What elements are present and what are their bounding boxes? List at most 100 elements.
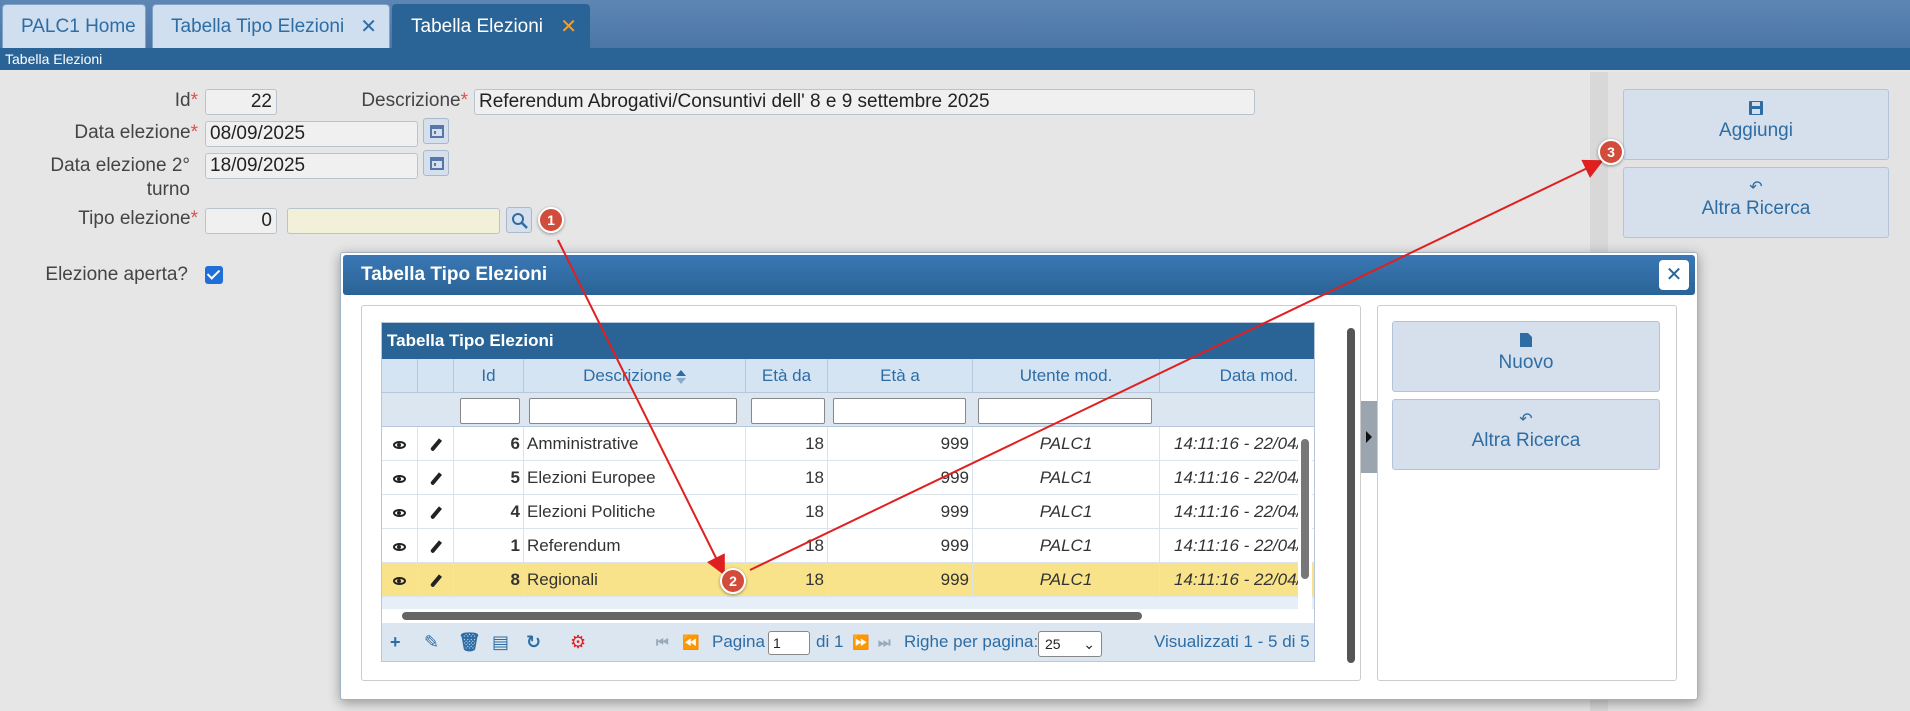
filter-utente-input[interactable] bbox=[978, 398, 1152, 424]
grid-title: Tabella Tipo Elezioni bbox=[382, 323, 1314, 359]
dialog-title: Tabella Tipo Elezioni bbox=[361, 264, 548, 285]
col-descrizione[interactable]: Descrizione bbox=[524, 359, 746, 393]
col-id[interactable]: Id bbox=[454, 359, 524, 393]
id-label: Id* bbox=[174, 90, 198, 111]
descrizione-field[interactable]: Referendum Abrogativi/Consuntivi dell' 8… bbox=[474, 89, 1255, 115]
righe-per-pagina-select[interactable]: 25 ⌄ bbox=[1038, 631, 1102, 657]
view-icon[interactable] bbox=[382, 563, 418, 597]
close-icon[interactable]: ✕ bbox=[1659, 260, 1689, 290]
dialog-header[interactable]: Tabella Tipo Elezioni ✕ bbox=[343, 255, 1695, 295]
cell-data: 14:11:16 - 22/04/ bbox=[1174, 536, 1298, 555]
tipo-elezione-code-field[interactable]: 0 bbox=[205, 208, 277, 234]
pagina-label: Pagina bbox=[712, 632, 765, 651]
cell-utente: PALC1 bbox=[973, 529, 1160, 563]
cell-descrizione: Referendum bbox=[524, 529, 746, 563]
cell-eta-da: 18 bbox=[746, 427, 828, 461]
col-data-mod[interactable]: Data mod. bbox=[1160, 359, 1314, 393]
elezione-aperta-checkbox[interactable] bbox=[205, 266, 223, 284]
delete-icon[interactable]: 🗑 bbox=[458, 632, 481, 652]
altra-ricerca-button[interactable]: ↶ Altra Ricerca bbox=[1392, 399, 1660, 470]
col-eta-da[interactable]: Età da bbox=[746, 359, 828, 393]
side-panel-toggle[interactable] bbox=[1361, 401, 1377, 473]
calendar-button[interactable] bbox=[423, 118, 449, 144]
export-icon[interactable]: ▤ bbox=[492, 632, 509, 652]
data-elezione-field[interactable]: 08/09/2025 bbox=[205, 121, 418, 147]
page-input[interactable]: 1 bbox=[768, 631, 810, 655]
filter-row bbox=[382, 393, 1314, 427]
edit-icon[interactable] bbox=[418, 495, 454, 529]
view-icon[interactable] bbox=[382, 461, 418, 495]
undo-icon: ↶ bbox=[1749, 179, 1763, 196]
gear-icon[interactable]: ⚙ bbox=[570, 632, 586, 652]
view-icon[interactable] bbox=[382, 529, 418, 563]
refresh-icon[interactable]: ↻ bbox=[526, 632, 541, 652]
table-row[interactable]: 6 Amministrative 18 999 PALC1 14:11:16 -… bbox=[382, 427, 1314, 461]
edit-icon[interactable] bbox=[418, 563, 454, 597]
altra-ricerca-button[interactable]: ↶ Altra Ricerca bbox=[1623, 167, 1889, 238]
cell-descrizione: Elezioni Europee bbox=[524, 461, 746, 495]
sort-icon bbox=[675, 369, 686, 384]
next-page-icon[interactable]: ⏩ bbox=[852, 632, 869, 652]
cell-data: 14:11:16 - 22/04/ bbox=[1174, 570, 1298, 589]
cell-eta-da: 18 bbox=[746, 461, 828, 495]
tab-tabella-elezioni[interactable]: Tabella Elezioni ✕ bbox=[392, 4, 590, 48]
tab-close-icon[interactable]: ✕ bbox=[360, 5, 377, 49]
prev-page-icon[interactable]: ⏪ bbox=[682, 632, 699, 652]
save-icon bbox=[1624, 100, 1888, 120]
edit-icon[interactable] bbox=[418, 461, 454, 495]
tipo-elezione-label: Tipo elezione* bbox=[78, 208, 198, 229]
id-field[interactable]: 22 bbox=[205, 89, 277, 115]
tipo-elezione-desc-field[interactable] bbox=[287, 208, 500, 234]
filter-eta-da-input[interactable] bbox=[751, 398, 825, 424]
table-row[interactable]: 1 Referendum 18 999 PALC1 14:11:16 - 22/… bbox=[382, 529, 1314, 563]
tab-label: PALC1 Home bbox=[21, 16, 136, 37]
add-icon[interactable]: + bbox=[390, 632, 401, 652]
filter-descrizione-input[interactable] bbox=[529, 398, 737, 424]
cell-id: 6 bbox=[454, 427, 524, 461]
tab-close-icon[interactable]: ✕ bbox=[560, 5, 577, 49]
elezione-aperta-label: Elezione aperta? bbox=[45, 264, 188, 285]
first-page-icon[interactable]: ⏮ bbox=[656, 632, 669, 652]
table-row-selected[interactable]: 8 Regionali 18 999 PALC1 14:11:16 - 22/0… bbox=[382, 563, 1314, 597]
filter-id-input[interactable] bbox=[460, 398, 520, 424]
table-row[interactable]: 4 Elezioni Politiche 18 999 PALC1 14:11:… bbox=[382, 495, 1314, 529]
edit-icon[interactable] bbox=[418, 529, 454, 563]
view-icon[interactable] bbox=[382, 427, 418, 461]
descrizione-label: Descrizione* bbox=[361, 90, 468, 111]
data-elezione-2-label: Data elezione 2° turno bbox=[50, 155, 190, 200]
search-button[interactable] bbox=[506, 207, 532, 233]
calendar-button[interactable] bbox=[423, 150, 449, 176]
cell-utente: PALC1 bbox=[973, 495, 1160, 529]
data-elezione-label: Data elezione* bbox=[74, 122, 198, 143]
tab-label: Tabella Elezioni bbox=[411, 16, 544, 37]
page-count-label: di 1 bbox=[816, 632, 844, 651]
nuovo-button[interactable]: Nuovo bbox=[1392, 321, 1660, 392]
data-elezione-2-field[interactable]: 18/09/2025 bbox=[205, 153, 418, 179]
header-blank bbox=[418, 359, 454, 393]
cell-data: 14:11:16 - 22/04/ bbox=[1174, 502, 1298, 521]
filter-eta-a-input[interactable] bbox=[833, 398, 966, 424]
view-icon[interactable] bbox=[382, 495, 418, 529]
undo-icon: ↶ bbox=[1519, 411, 1533, 428]
grid-vertical-scrollbar[interactable] bbox=[1298, 427, 1312, 609]
edit-icon[interactable] bbox=[418, 427, 454, 461]
cell-eta-a: 999 bbox=[828, 495, 973, 529]
aggiungi-button[interactable]: Aggiungi bbox=[1623, 89, 1889, 160]
step-badge-3: 3 bbox=[1598, 139, 1624, 165]
cell-eta-a: 999 bbox=[828, 529, 973, 563]
tab-palc1-home[interactable]: PALC1 Home bbox=[2, 4, 146, 48]
edit-icon[interactable]: ✎ bbox=[424, 632, 439, 652]
cell-descrizione: Regionali bbox=[524, 563, 746, 597]
grid: Tabella Tipo Elezioni Id Descrizione Età… bbox=[381, 322, 1315, 662]
cell-id: 8 bbox=[454, 563, 524, 597]
dialog-content-scrollbar[interactable] bbox=[1344, 308, 1358, 678]
breadcrumb: Tabella Elezioni bbox=[0, 48, 1910, 70]
tab-tabella-tipo-elezioni[interactable]: Tabella Tipo Elezioni ✕ bbox=[152, 4, 390, 48]
col-utente-mod[interactable]: Utente mod. bbox=[973, 359, 1160, 393]
grid-horizontal-scrollbar[interactable] bbox=[382, 609, 1314, 623]
col-eta-a[interactable]: Età a bbox=[828, 359, 973, 393]
table-row[interactable]: 5 Elezioni Europee 18 999 PALC1 14:11:16… bbox=[382, 461, 1314, 495]
cell-utente: PALC1 bbox=[973, 461, 1160, 495]
search-icon bbox=[512, 213, 528, 229]
last-page-icon[interactable]: ⏭ bbox=[878, 632, 891, 652]
